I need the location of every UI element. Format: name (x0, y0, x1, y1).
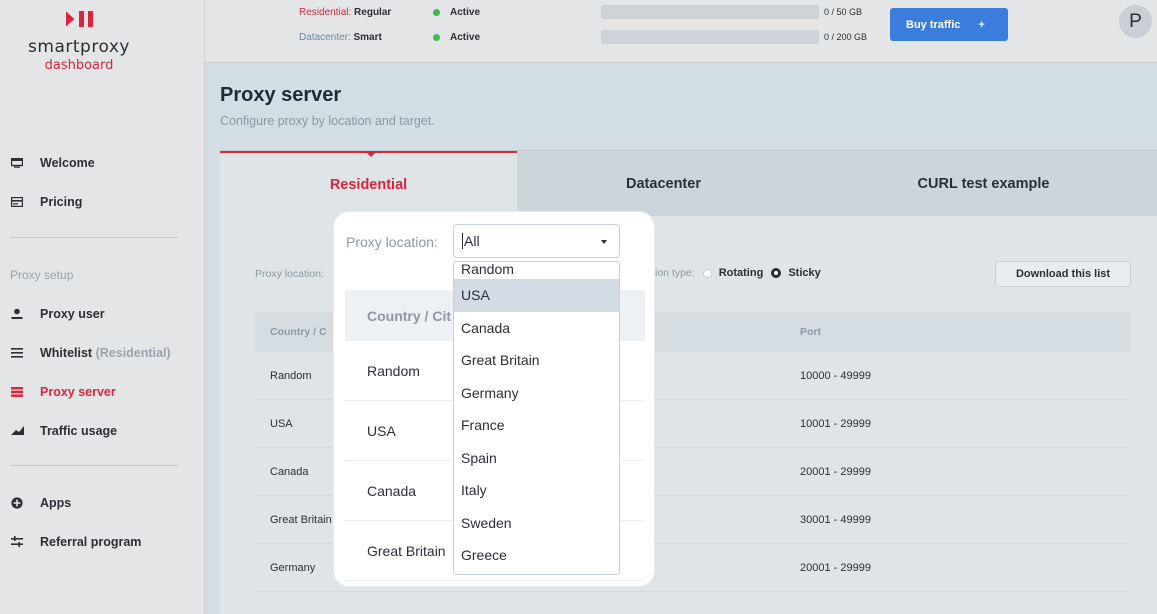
top-bar: Residential: Regular Active 0 / 50 GB Da… (205, 0, 1157, 63)
sidebar-item-traffic-usage[interactable]: Traffic usage (0, 411, 205, 450)
sidebar-item-welcome[interactable]: Welcome (0, 143, 205, 182)
page-subtitle: Configure proxy by location and target. (220, 114, 435, 128)
sidebar-item-proxy-server[interactable]: Proxy server (0, 372, 205, 411)
dropdown-option-greece[interactable]: Greece (454, 539, 619, 572)
tab-residential[interactable]: Residential (220, 151, 517, 217)
location-label: Proxy location: (255, 268, 324, 280)
sidebar-item-label: Proxy user (40, 306, 105, 321)
plan-value: Regular (354, 7, 392, 18)
plan-label: Residential: (299, 7, 352, 18)
apps-icon (10, 496, 24, 509)
dropdown-option-random[interactable]: Random (454, 262, 619, 279)
sidebar-item-label: Referral program (40, 534, 142, 549)
session-type: ion type: Rotating Sticky (655, 267, 821, 279)
sticky-label: Sticky (788, 267, 821, 279)
dropdown-option-great-britain[interactable]: Great Britain (454, 344, 619, 377)
buy-label: Buy traffic (906, 18, 961, 31)
dropdown-option-canada[interactable]: Canada (454, 312, 619, 345)
sidebar-item-label: Welcome (40, 155, 95, 170)
sidebar-item-label: Pricing (40, 194, 83, 209)
logo[interactable]: smartproxy dashboard (0, 8, 158, 73)
download-list-button[interactable]: Download this list (995, 261, 1131, 287)
nav-setup: Proxy user Whitelist (Residential) Proxy… (0, 294, 205, 450)
sidebar: smartproxy dashboard Welcome Pricing Pro… (0, 0, 205, 614)
usage-text: 0 / 50 GB (824, 7, 863, 17)
logo-sub: dashboard (44, 58, 114, 73)
status-badge: Active (433, 7, 480, 18)
status-dot-icon (433, 9, 440, 16)
page-title: Proxy server (220, 84, 342, 106)
spotlight-location-label: Proxy location: (346, 234, 438, 250)
rotating-label: Rotating (718, 267, 764, 279)
sidebar-item-label: Apps (40, 495, 72, 510)
status-badge: Active (433, 32, 480, 43)
sidebar-item-pricing[interactable]: Pricing (0, 182, 205, 221)
header-port: Port (800, 326, 821, 338)
status-dot-icon (433, 34, 440, 41)
cell-port: 10000 - 49999 (800, 369, 871, 382)
cell-port: 20001 - 29999 (800, 465, 871, 478)
tabs: Residential Datacenter CURL test example (220, 150, 1157, 217)
radio-rotating[interactable] (702, 268, 712, 278)
divider (10, 237, 178, 238)
dropdown-option-france[interactable]: France (454, 409, 619, 442)
cell-port: 20001 - 29999 (800, 561, 871, 574)
tab-curl[interactable]: CURL test example (810, 151, 1157, 217)
cell-port: 10001 - 29999 (800, 417, 871, 430)
usage-text: 0 / 200 GB (824, 32, 868, 42)
session-label: ion type: (655, 267, 695, 279)
monitor-icon (10, 157, 24, 169)
sidebar-item-whitelist[interactable]: Whitelist (Residential) (0, 333, 205, 372)
radio-sticky[interactable] (771, 268, 782, 278)
sidebar-item-label: Proxy server (40, 384, 116, 399)
dropdown-option-germany[interactable]: Germany (454, 377, 619, 410)
plan-residential: Residential: Regular (299, 7, 391, 18)
select-value: All (464, 233, 480, 249)
list-icon (10, 347, 24, 359)
exchange-icon (10, 536, 24, 548)
plan-datacenter: Datacenter: Smart (299, 32, 382, 43)
sidebar-item-apps[interactable]: Apps (0, 483, 205, 522)
tab-datacenter[interactable]: Datacenter (517, 151, 810, 217)
sidebar-item-label: Traffic usage (40, 423, 118, 438)
server-icon (10, 386, 24, 398)
plan-value: Smart (353, 32, 382, 43)
status-text: Active (450, 7, 481, 18)
dropdown-option-italy[interactable]: Italy (454, 474, 619, 507)
logo-mark-icon (0, 8, 158, 30)
proxy-location-select[interactable]: All (453, 224, 620, 258)
sidebar-item-suffix: (Residential) (95, 345, 171, 360)
avatar[interactable]: P (1119, 5, 1152, 38)
plus-icon: + (978, 18, 985, 31)
user-icon (10, 308, 24, 320)
buy-traffic-button[interactable]: Buy traffic + (890, 8, 1008, 41)
status-text: Active (450, 32, 481, 43)
card-icon (10, 196, 24, 208)
usage-bar-datacenter (601, 30, 819, 44)
sidebar-item-proxy-user[interactable]: Proxy user (0, 294, 205, 333)
chevron-down-icon[interactable] (601, 240, 607, 244)
sidebar-item-label: Whitelist (40, 345, 93, 360)
usage-bar-residential (601, 5, 819, 19)
plan-label: Datacenter: (299, 32, 351, 43)
divider (10, 465, 178, 466)
cell-port: 30001 - 49999 (800, 513, 871, 526)
text-cursor (462, 233, 463, 249)
dropdown-option-spain[interactable]: Spain (454, 442, 619, 475)
dropdown-option-sweden[interactable]: Sweden (454, 507, 619, 540)
chart-icon (10, 425, 24, 437)
location-dropdown[interactable]: Random USA Canada Great Britain Germany … (453, 261, 620, 575)
section-label: Proxy setup (10, 268, 74, 282)
dropdown-option-usa[interactable]: USA (454, 279, 619, 312)
nav-bottom: Apps Referral program (0, 483, 205, 561)
sidebar-item-referral[interactable]: Referral program (0, 522, 205, 561)
nav-top: Welcome Pricing (0, 143, 205, 221)
logo-name: smartproxy (28, 37, 130, 57)
